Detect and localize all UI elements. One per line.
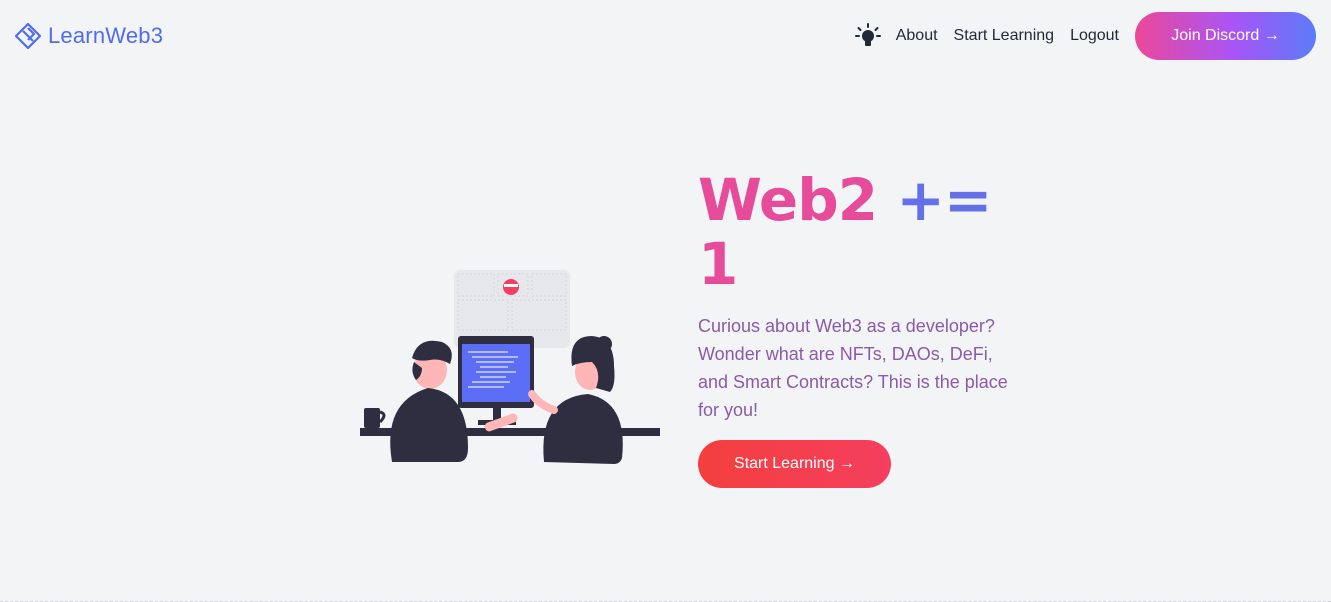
start-learning-cta-button[interactable]: Start Learning → — [698, 440, 891, 488]
nav-start-learning-link[interactable]: Start Learning — [954, 27, 1055, 45]
headline-plus-equals: += — [896, 166, 992, 234]
hero-description: Curious about Web3 as a developer? Wonde… — [698, 316, 1008, 420]
logo-icon — [14, 22, 42, 50]
headline-one: 1 — [698, 230, 738, 298]
site-header: LearnWeb3 About Start Learning Logout Jo… — [0, 0, 1331, 72]
lightbulb-icon — [854, 23, 881, 46]
nav-logout-link[interactable]: Logout — [1070, 27, 1119, 45]
nav-about-link[interactable]: About — [896, 27, 938, 45]
logo-text: LearnWeb3 — [48, 23, 164, 48]
theme-toggle-button[interactable] — [854, 22, 882, 50]
hero-headline: Web2 += 1 — [698, 168, 1018, 296]
hero-section: Web2 += 1 Curious about Web3 as a develo… — [698, 168, 1018, 488]
developers-illustration — [360, 270, 660, 464]
logo-link[interactable]: LearnWeb3 — [14, 20, 163, 52]
headline-web2: Web2 — [698, 166, 878, 234]
main-nav: About Start Learning Logout Join Discord… — [854, 12, 1316, 60]
join-discord-button[interactable]: Join Discord → — [1135, 12, 1316, 60]
